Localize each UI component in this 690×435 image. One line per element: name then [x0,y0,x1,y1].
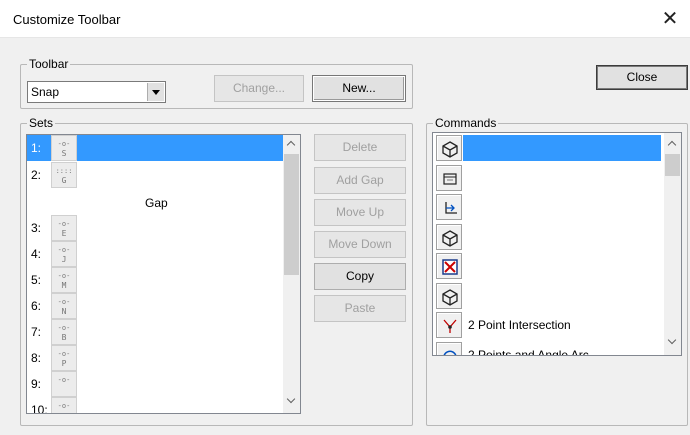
set-row[interactable]: 8: -o- P [27,345,283,371]
icon-letter: M [61,281,67,290]
solid-cube-icon[interactable] [436,282,462,309]
set-row[interactable]: 7: -o- B [27,319,283,345]
toolbar-select-value: Snap [31,85,60,99]
add-gap-button[interactable]: Add Gap [314,167,406,194]
scroll-thumb[interactable] [665,154,680,176]
new-button[interactable]: New... [312,75,406,102]
sets-scrollbar[interactable] [283,135,300,413]
join-snap-icon: -o- J [51,241,77,267]
commands-scrollbar[interactable] [664,133,681,355]
set-number: 3: [31,221,42,235]
axis-move-icon[interactable] [436,194,462,220]
icon-symbol: -o- [57,350,71,358]
solid-cube-icon[interactable] [436,223,462,250]
sets-list[interactable]: 1: -o- S 2::::: G 3: -o- E 4: -o- J 5: -o- M 6: -o- N 7: -… [26,134,301,414]
icon-symbol: -o- [57,376,71,384]
icon-symbol: :::: [55,167,73,175]
icon-letter: B [61,333,67,342]
set-number: 5: [31,273,42,287]
toolbar-select[interactable]: Snap [27,81,166,103]
icon-letter: E [61,229,67,238]
snap-s-icon: -o- S [51,135,77,161]
window-close-icon[interactable]: ✕ [656,5,684,33]
set-row[interactable]: 4: -o- J [27,241,283,267]
window-title: Customize Toolbar [13,12,121,27]
base-snap-icon: -o- B [51,319,77,345]
set-number: 6: [31,299,42,313]
scroll-down-icon[interactable] [283,392,300,409]
set-number: 7: [31,325,42,339]
icon-symbol: -o- [57,402,71,410]
close-button[interactable]: Close [596,65,688,90]
icon-symbol: -o- [57,298,71,306]
icon-letter: P [61,359,67,368]
perpendicular-snap-icon: -o- P [51,345,77,371]
icon-symbol: -o- [57,220,71,228]
two-points-angle-arc-icon[interactable] [436,341,462,355]
icon-symbol: -o- [57,324,71,332]
scroll-thumb[interactable] [284,154,299,275]
midpoint-snap-icon: -o- M [51,267,77,293]
partial-snap-icon: -o- [51,397,77,413]
scroll-up-icon[interactable] [283,135,300,152]
set-number: 10: [31,403,48,414]
commands-list[interactable]: 2 Point Intersection 2 Points and Angle A… [432,132,682,356]
set-row[interactable]: 10: -o- [27,397,283,414]
chevron-down-icon[interactable] [147,83,164,101]
toolbar-group-label: Toolbar [27,57,71,71]
move-up-button[interactable]: Move Up [314,199,406,226]
set-row[interactable]: 5: -o- M [27,267,283,293]
move-down-button[interactable]: Move Down [314,231,406,258]
commands-group-label: Commands [433,116,499,130]
scroll-down-icon[interactable] [664,333,681,350]
icon-letter: G [61,176,67,185]
scroll-up-icon[interactable] [664,135,681,152]
delete-red-x-icon[interactable] [436,253,462,279]
set-number: 2: [31,168,42,182]
icon-letter: J [61,255,67,264]
grid-snap-icon: :::: G [51,162,77,188]
set-number: 4: [31,247,42,261]
gap-label: Gap [145,196,168,210]
commands-selected-row[interactable] [463,135,661,161]
set-row[interactable]: 9: -o- [27,371,283,397]
set-row[interactable]: 1: -o- S [27,135,283,161]
set-number: 9: [31,377,42,391]
title-bar: Customize Toolbar ✕ [0,0,690,38]
icon-symbol: -o- [57,272,71,280]
intersection-snap-icon: -o- [51,371,77,397]
window-icon[interactable] [436,164,462,191]
solid-cube-icon[interactable] [436,135,462,161]
set-row[interactable]: 2::::: G [27,162,283,188]
command-label[interactable]: 2 Points and Angle Arc [468,348,589,356]
set-number: 8: [31,351,42,365]
set-row[interactable]: 3: -o- E [27,215,283,241]
nearest-snap-icon: -o- N [51,293,77,319]
icon-symbol: -o- [57,246,71,254]
copy-button[interactable]: Copy [314,263,406,290]
endpoint-snap-icon: -o- E [51,215,77,241]
set-number: 1: [31,141,42,155]
command-label[interactable]: 2 Point Intersection [468,318,571,332]
icon-letter: S [61,149,67,158]
icon-letter: N [61,307,67,316]
set-row[interactable]: 6: -o- N [27,293,283,319]
delete-button[interactable]: Delete [314,134,406,161]
sets-group-label: Sets [27,116,56,130]
paste-button[interactable]: Paste [314,295,406,322]
icon-symbol: -o- [57,140,71,148]
two-point-intersection-icon[interactable] [436,312,462,338]
change-button[interactable]: Change... [214,75,304,102]
